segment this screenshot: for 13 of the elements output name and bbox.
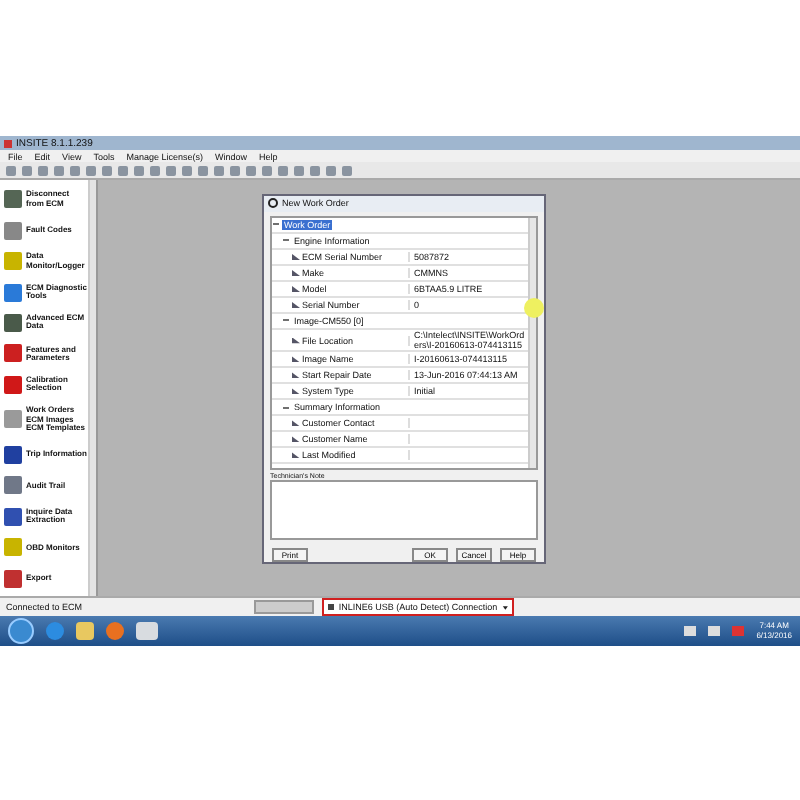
caret-icon bbox=[501, 603, 508, 611]
note-text-area[interactable] bbox=[270, 480, 538, 540]
scrollbar[interactable] bbox=[528, 217, 536, 469]
folder-icon[interactable] bbox=[76, 622, 94, 640]
tray-icons-drawing bbox=[684, 626, 745, 636]
start-button[interactable] bbox=[8, 618, 34, 644]
c-logo-icon bbox=[268, 198, 278, 209]
slider-control[interactable] bbox=[254, 600, 314, 614]
collapse-icon[interactable] bbox=[272, 220, 280, 229]
scrollbar[interactable] bbox=[88, 180, 96, 596]
app-taskbar-icon[interactable] bbox=[136, 622, 158, 640]
adapter-icon bbox=[328, 604, 335, 610]
app-icon bbox=[4, 139, 12, 147]
